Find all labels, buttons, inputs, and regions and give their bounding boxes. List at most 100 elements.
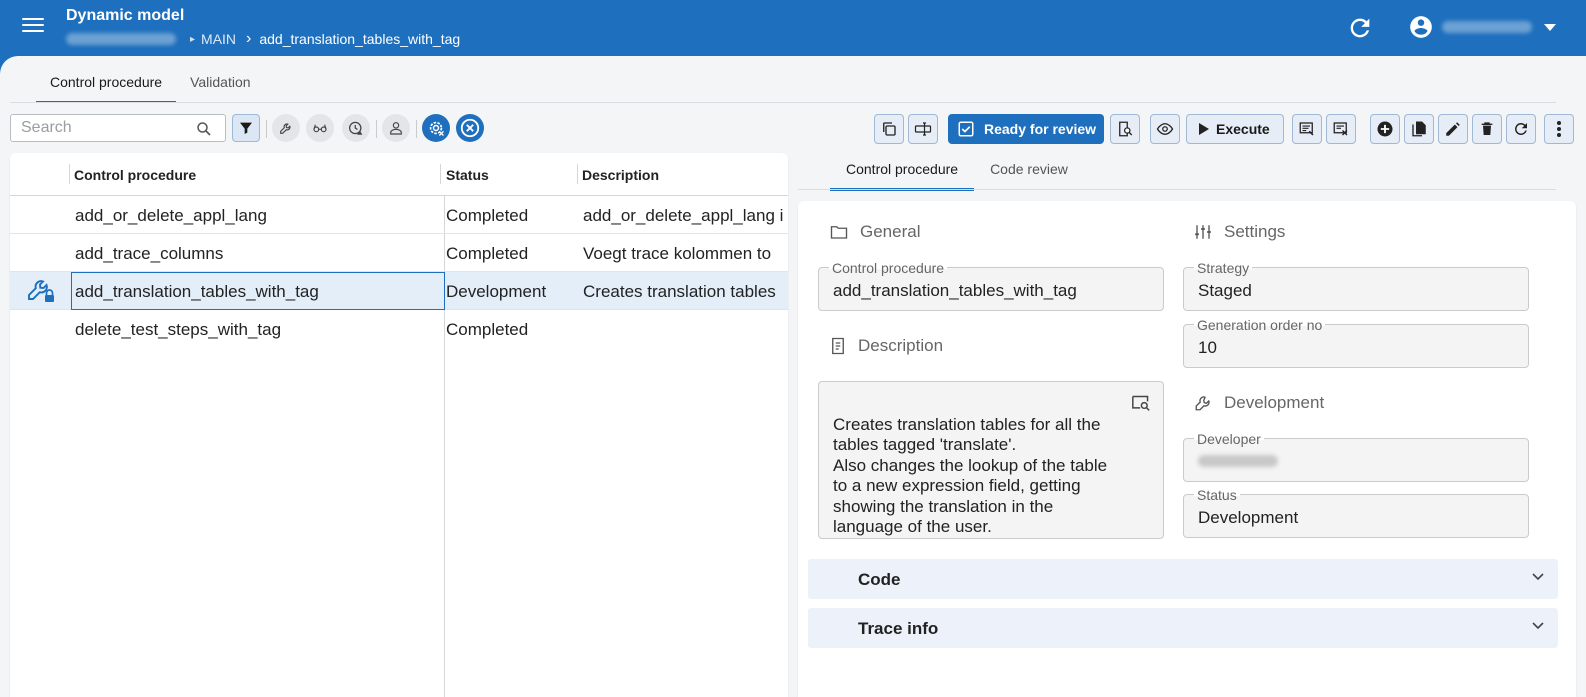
execute-button[interactable]: Execute <box>1186 114 1284 144</box>
sliders-icon <box>1195 225 1211 239</box>
add-circle-icon <box>1377 121 1393 137</box>
row-name: add_or_delete_appl_lang <box>75 206 267 225</box>
edit-button[interactable] <box>1438 114 1468 144</box>
user-filter-button[interactable] <box>382 114 410 142</box>
tab-detail-control-procedure[interactable]: Control procedure <box>830 153 975 191</box>
chevron-down-icon <box>1532 573 1544 581</box>
copy-button[interactable] <box>874 114 904 144</box>
clear-filter-button[interactable] <box>456 114 484 142</box>
control-procedure-value: add_translation_tables_with_tag <box>833 281 1077 300</box>
delete-button[interactable] <box>1472 114 1502 144</box>
generation-order-field[interactable]: Generation order no 10 <box>1183 317 1529 368</box>
detail-tabs-divider <box>798 189 1556 190</box>
tab-validation[interactable]: Validation <box>176 56 264 103</box>
gear-x-icon <box>429 121 444 136</box>
ready-for-review-button[interactable]: Ready for review <box>948 114 1104 144</box>
zoom-view-icon[interactable] <box>1131 394 1151 412</box>
developer-field[interactable]: Developer <box>1183 431 1529 482</box>
control-procedure-field[interactable]: Control procedure add_translation_tables… <box>818 260 1164 311</box>
glasses-icon <box>313 124 327 133</box>
preview-button[interactable] <box>1150 114 1180 144</box>
breadcrumb-current: add_translation_tables_with_tag <box>259 31 461 47</box>
column-divider[interactable] <box>440 164 441 184</box>
tab-control-procedure[interactable]: Control procedure <box>36 56 177 103</box>
generation-order-label: Generation order no <box>1194 317 1326 333</box>
reload-button[interactable] <box>1506 114 1536 144</box>
table-row[interactable]: add_trace_columns Completed Voegt trace … <box>10 234 788 272</box>
column-header-description[interactable]: Description <box>582 167 659 183</box>
row-status: Development <box>446 282 547 301</box>
settings-title-text: Settings <box>1224 222 1286 241</box>
person-icon <box>390 122 402 135</box>
code-review-cancel-button[interactable] <box>1326 114 1356 144</box>
code-accordion[interactable]: Code <box>808 559 1558 599</box>
hamburger-menu-icon[interactable] <box>20 14 46 40</box>
table-row-selected[interactable]: add_translation_tables_with_tag Developm… <box>10 272 788 310</box>
detail-panel: General Control procedure add_translatio… <box>798 201 1576 697</box>
strategy-field[interactable]: Strategy Staged <box>1183 260 1529 311</box>
trace-info-accordion[interactable]: Trace info <box>808 608 1558 648</box>
tabs-divider <box>10 102 1556 103</box>
strategy-value: Staged <box>1198 281 1252 300</box>
toolbar-divider <box>376 120 377 138</box>
trace-info-accordion-label: Trace info <box>858 619 939 638</box>
duplicate-button[interactable] <box>1404 114 1434 144</box>
status-label: Status <box>1194 487 1240 503</box>
toolbar-divider <box>266 120 267 138</box>
code-review-button[interactable] <box>1292 114 1322 144</box>
row-status: Completed <box>446 244 529 263</box>
description-text: Creates translation tables for all the t… <box>833 414 1108 537</box>
general-title-text: General <box>860 222 921 241</box>
developer-value-redacted <box>1198 455 1278 467</box>
trash-icon <box>1481 122 1493 135</box>
play-icon <box>1199 123 1209 135</box>
chevron-down-icon <box>1544 23 1556 31</box>
search-box[interactable] <box>10 114 226 142</box>
user-menu[interactable] <box>1408 14 1556 40</box>
review-x-icon <box>1333 122 1348 136</box>
breadcrumb-chevron-icon: › <box>246 30 252 47</box>
column-header-control-procedure[interactable]: Control procedure <box>74 167 196 183</box>
row-name: add_trace_columns <box>75 244 224 263</box>
app-header: Dynamic model ▸ MAIN › add_translation_t… <box>0 0 1586 62</box>
refresh-icon[interactable] <box>1346 14 1374 42</box>
search-input[interactable] <box>21 119 191 137</box>
top-tabs: Control procedure Validation <box>36 56 265 103</box>
rename-button[interactable] <box>908 114 938 144</box>
wrench-lock-icon <box>28 280 54 302</box>
search-icon[interactable] <box>195 120 213 138</box>
description-section-title: Description <box>830 336 943 356</box>
text-cursor-icon <box>914 122 932 136</box>
review-icon <box>1299 122 1314 136</box>
test-filter-button[interactable] <box>342 114 370 142</box>
breadcrumb-separator-icon: ▸ <box>190 33 196 45</box>
column-divider[interactable] <box>577 164 578 184</box>
review-filter-button[interactable] <box>306 114 334 142</box>
breadcrumb-redacted[interactable] <box>66 33 176 45</box>
checkbox-icon <box>958 121 974 137</box>
table-row[interactable]: add_or_delete_appl_lang Completed add_or… <box>10 196 788 234</box>
column-header-status[interactable]: Status <box>446 167 489 183</box>
refresh-icon <box>1515 123 1527 135</box>
tab-code-review[interactable]: Code review <box>974 153 1084 191</box>
main-sheet: Control procedure Validation Ready for r… <box>0 56 1586 697</box>
ready-for-review-label: Ready for review <box>984 121 1097 137</box>
folder-icon <box>830 226 848 239</box>
development-section-title: Development <box>1194 393 1324 413</box>
row-description: Voegt trace kolommen to <box>583 244 772 263</box>
table-row[interactable]: delete_test_steps_with_tag Completed <box>10 310 788 348</box>
develop-filter-button[interactable] <box>272 114 300 142</box>
breadcrumb: ▸ MAIN › add_translation_tables_with_tag <box>66 30 460 48</box>
app-title: Dynamic model <box>66 7 185 24</box>
more-button[interactable] <box>1544 114 1574 144</box>
row-name: add_translation_tables_with_tag <box>75 282 319 301</box>
review-list-button[interactable] <box>1110 114 1140 144</box>
settings-filter-button[interactable] <box>422 114 450 142</box>
breadcrumb-main[interactable]: MAIN <box>201 31 236 47</box>
description-textarea[interactable]: Creates translation tables for all the t… <box>818 381 1164 539</box>
status-field[interactable]: Status Development <box>1183 487 1529 538</box>
add-button[interactable] <box>1370 114 1400 144</box>
clock-warning-icon <box>348 121 363 135</box>
filter-button[interactable] <box>232 114 260 142</box>
toolbar-divider <box>416 120 417 138</box>
